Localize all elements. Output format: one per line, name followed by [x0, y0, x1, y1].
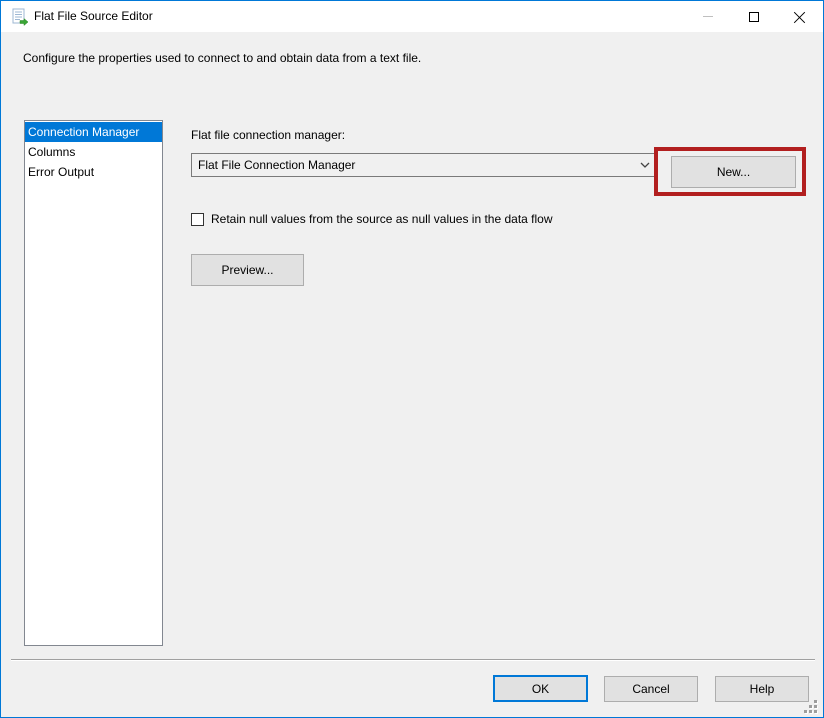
flat-file-source-editor-dialog: Flat File Source Editor Configure the pr… [0, 0, 824, 718]
close-button[interactable] [777, 1, 823, 32]
grip-dot [809, 705, 812, 708]
retain-null-values-label: Retain null values from the source as nu… [211, 212, 553, 227]
retain-null-values-checkbox[interactable] [191, 213, 204, 226]
resize-grip[interactable] [803, 699, 818, 714]
grip-dot [809, 710, 812, 713]
grip-dot [804, 710, 807, 713]
connection-manager-selected-value: Flat File Connection Manager [192, 158, 635, 172]
sidebar-item-error-output[interactable]: Error Output [25, 162, 162, 182]
editor-page-list: Connection Manager Columns Error Output [24, 120, 163, 646]
maximize-button[interactable] [731, 1, 777, 32]
grip-dot [814, 700, 817, 703]
grip-dot [814, 705, 817, 708]
grip-dot [814, 710, 817, 713]
help-button[interactable]: Help [715, 676, 809, 702]
preview-button[interactable]: Preview... [191, 254, 304, 286]
window-title: Flat File Source Editor [34, 1, 153, 32]
minimize-button[interactable] [685, 1, 731, 32]
footer-divider [11, 659, 815, 661]
window-controls [685, 1, 823, 32]
connection-manager-dropdown[interactable]: Flat File Connection Manager [191, 153, 656, 177]
new-connection-button[interactable]: New... [671, 156, 796, 188]
dialog-description: Configure the properties used to connect… [23, 51, 421, 65]
close-icon [794, 11, 806, 23]
connection-manager-label: Flat file connection manager: [191, 128, 345, 142]
chevron-down-icon [635, 162, 655, 168]
title-bar[interactable]: Flat File Source Editor [1, 1, 823, 32]
maximize-icon [749, 12, 759, 22]
sidebar-item-columns[interactable]: Columns [25, 142, 162, 162]
cancel-button[interactable]: Cancel [604, 676, 698, 702]
flat-file-source-icon [11, 8, 29, 26]
retain-null-values-row: Retain null values from the source as nu… [191, 212, 553, 227]
ok-button[interactable]: OK [493, 675, 588, 702]
minimize-icon [703, 16, 713, 17]
sidebar-item-connection-manager[interactable]: Connection Manager [25, 122, 162, 142]
